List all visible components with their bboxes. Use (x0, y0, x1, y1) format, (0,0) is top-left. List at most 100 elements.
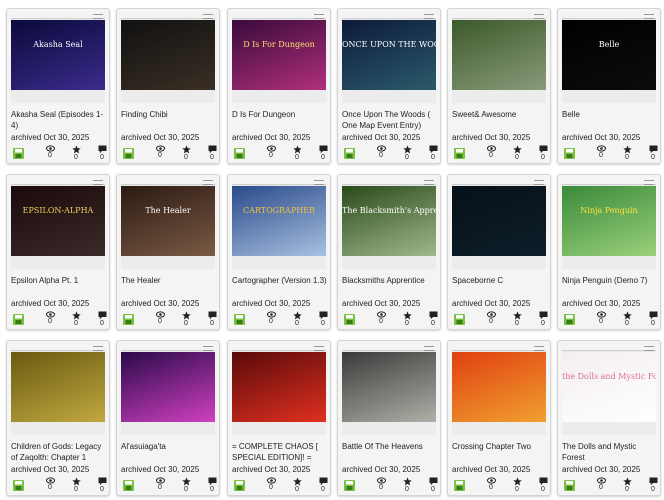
game-thumbnail[interactable]: D Is For Dungeon (232, 13, 326, 103)
game-thumbnail[interactable]: Belle (562, 13, 656, 103)
window-titlebar (452, 13, 546, 19)
game-card[interactable]: Belle Belle archived Oct 30, 2025 0 0 0 (557, 8, 661, 164)
views-count: 0 (158, 484, 162, 491)
views-stat: 0 (594, 477, 608, 495)
floppy-disk-icon[interactable] (342, 480, 356, 495)
floppy-disk-icon[interactable] (452, 314, 466, 329)
stars-count: 0 (625, 320, 629, 327)
game-screenshot: Belle (562, 13, 656, 103)
game-thumbnail[interactable]: the Dolls and Mystic Forest (562, 345, 656, 435)
game-title[interactable]: Ninja Penguin (Demo 7) (562, 275, 658, 299)
game-card[interactable]: Sweet& Awesome archived Oct 30, 2025 0 0 0 (447, 8, 551, 164)
stars-count: 0 (74, 154, 78, 161)
game-title[interactable]: Spaceborne C (452, 275, 548, 299)
floppy-disk-icon[interactable] (452, 148, 466, 163)
game-thumbnail[interactable]: The Blacksmith's Apprentice (342, 179, 436, 269)
game-thumbnail[interactable] (232, 345, 326, 435)
game-title[interactable]: Once Upon The Woods ( One Map Event Entr… (342, 109, 438, 133)
stars-stat: 0 (400, 477, 414, 495)
screenshot-image: The Blacksmith's Apprentice (342, 186, 436, 256)
game-card[interactable]: = COMPLETE CHAOS [ SPECIAL EDITION]! = ar… (227, 340, 331, 496)
screenshot-title-text: Belle (598, 40, 620, 49)
stats-row: 0 0 0 (9, 477, 109, 495)
game-card[interactable]: Spaceborne Carchived Oct 30, 2025 0 0 0 (447, 174, 551, 330)
game-card[interactable]: the Dolls and Mystic Forest The Dolls and… (557, 340, 661, 496)
floppy-disk-icon[interactable] (562, 314, 576, 329)
game-thumbnail[interactable] (452, 13, 546, 103)
game-card[interactable]: EPSILON-ALPHA Epsilon Alpha Pt. 1 archived… (6, 174, 110, 330)
archive-status: archived Oct 30, 2025 (452, 465, 531, 474)
game-thumbnail[interactable] (452, 179, 546, 269)
stars-count: 0 (295, 486, 299, 493)
stars-count: 0 (184, 320, 188, 327)
game-card[interactable]: Crossing Chapter Two archived Oct 30, 202… (447, 340, 551, 496)
game-title[interactable]: = COMPLETE CHAOS [ SPECIAL EDITION]! = (232, 441, 328, 465)
floppy-disk-icon[interactable] (452, 480, 466, 495)
comments-stat: 0 (316, 477, 330, 495)
stats-row: 0 0 0 (560, 477, 660, 495)
floppy-disk-icon[interactable] (121, 314, 135, 329)
game-card[interactable]: The Blacksmith's Apprentice Blacksmiths A… (337, 174, 441, 330)
archive-status: archived Oct 30, 2025 (121, 299, 200, 308)
archive-status: archived Oct 30, 2025 (232, 465, 311, 474)
floppy-disk-icon[interactable] (121, 480, 135, 495)
game-card[interactable]: ONCE UPON THE WOODS Once Upon The Woods (… (337, 8, 441, 164)
views-count: 0 (269, 484, 273, 491)
archive-status: archived Oct 30, 2025 (121, 465, 200, 474)
screenshot-image: ONCE UPON THE WOODS (342, 20, 436, 90)
floppy-disk-icon[interactable] (11, 148, 25, 163)
game-card[interactable]: Battle Of The Heavens archived Oct 30, 20… (337, 340, 441, 496)
comments-stat: 0 (205, 145, 219, 163)
game-thumbnail[interactable]: The Healer (121, 179, 215, 269)
game-title[interactable]: D Is For Dungeon (232, 109, 328, 133)
eye-icon (153, 477, 167, 484)
game-thumbnail[interactable] (121, 13, 215, 103)
game-title[interactable]: The Healer (121, 275, 217, 299)
floppy-disk-icon[interactable] (562, 148, 576, 163)
game-card[interactable]: Finding Chibi archived Oct 30, 2025 0 0 0 (116, 8, 220, 164)
views-count: 0 (158, 152, 162, 159)
game-card[interactable]: Children of Gods: Legacy of Zaqolth: Cha… (6, 340, 110, 496)
game-title[interactable]: Crossing Chapter Two (452, 441, 548, 465)
game-thumbnail[interactable] (11, 345, 105, 435)
game-thumbnail[interactable]: Akasha Seal (11, 13, 105, 103)
game-title[interactable]: Akasha Seal (Episodes 1-4) (11, 109, 107, 133)
game-card[interactable]: CARTOGRAPHER Cartographer (Version 1.3) ar… (227, 174, 331, 330)
stars-stat: 0 (69, 145, 83, 163)
game-thumbnail[interactable]: EPSILON-ALPHA (11, 179, 105, 269)
game-thumbnail[interactable]: CARTOGRAPHER (232, 179, 326, 269)
floppy-disk-icon[interactable] (232, 148, 246, 163)
floppy-disk-icon[interactable] (232, 314, 246, 329)
game-card[interactable]: Akasha Seal Akasha Seal (Episodes 1-4) arc… (6, 8, 110, 164)
game-title[interactable]: The Dolls and Mystic Forest (562, 441, 658, 465)
game-thumbnail[interactable] (342, 345, 436, 435)
floppy-disk-icon[interactable] (342, 148, 356, 163)
game-title[interactable]: Cartographer (Version 1.3) (232, 275, 328, 299)
game-title[interactable]: Al'asuiaga'ta (121, 441, 217, 465)
game-title[interactable]: Finding Chibi (121, 109, 217, 133)
comments-stat: 0 (536, 311, 550, 329)
game-title[interactable]: Children of Gods: Legacy of Zaqolth: Cha… (11, 441, 107, 465)
game-title[interactable]: Epsilon Alpha Pt. 1 (11, 275, 107, 299)
game-card[interactable]: Al'asuiaga'ta archived Oct 30, 2025 0 0 0 (116, 340, 220, 496)
floppy-disk-icon[interactable] (232, 480, 246, 495)
game-thumbnail[interactable]: Ninja Penguin (562, 179, 656, 269)
game-thumbnail[interactable]: ONCE UPON THE WOODS (342, 13, 436, 103)
floppy-disk-icon[interactable] (562, 480, 576, 495)
views-stat: 0 (153, 311, 167, 329)
game-card[interactable]: D Is For Dungeon D Is For Dungeon archived… (227, 8, 331, 164)
game-title[interactable]: Sweet& Awesome (452, 109, 548, 133)
game-title[interactable]: Battle Of The Heavens (342, 441, 438, 465)
floppy-disk-icon[interactable] (342, 314, 356, 329)
floppy-disk-icon[interactable] (121, 148, 135, 163)
game-thumbnail[interactable] (452, 345, 546, 435)
comment-icon (95, 145, 109, 154)
floppy-disk-icon[interactable] (11, 314, 25, 329)
stars-count: 0 (515, 154, 519, 161)
floppy-disk-icon[interactable] (11, 480, 25, 495)
game-title[interactable]: Belle (562, 109, 658, 133)
game-card[interactable]: The Healer The Healer archived Oct 30, 202… (116, 174, 220, 330)
game-thumbnail[interactable] (121, 345, 215, 435)
game-card[interactable]: Ninja Penguin Ninja Penguin (Demo 7) archi… (557, 174, 661, 330)
game-title[interactable]: Blacksmiths Apprentice (342, 275, 438, 299)
